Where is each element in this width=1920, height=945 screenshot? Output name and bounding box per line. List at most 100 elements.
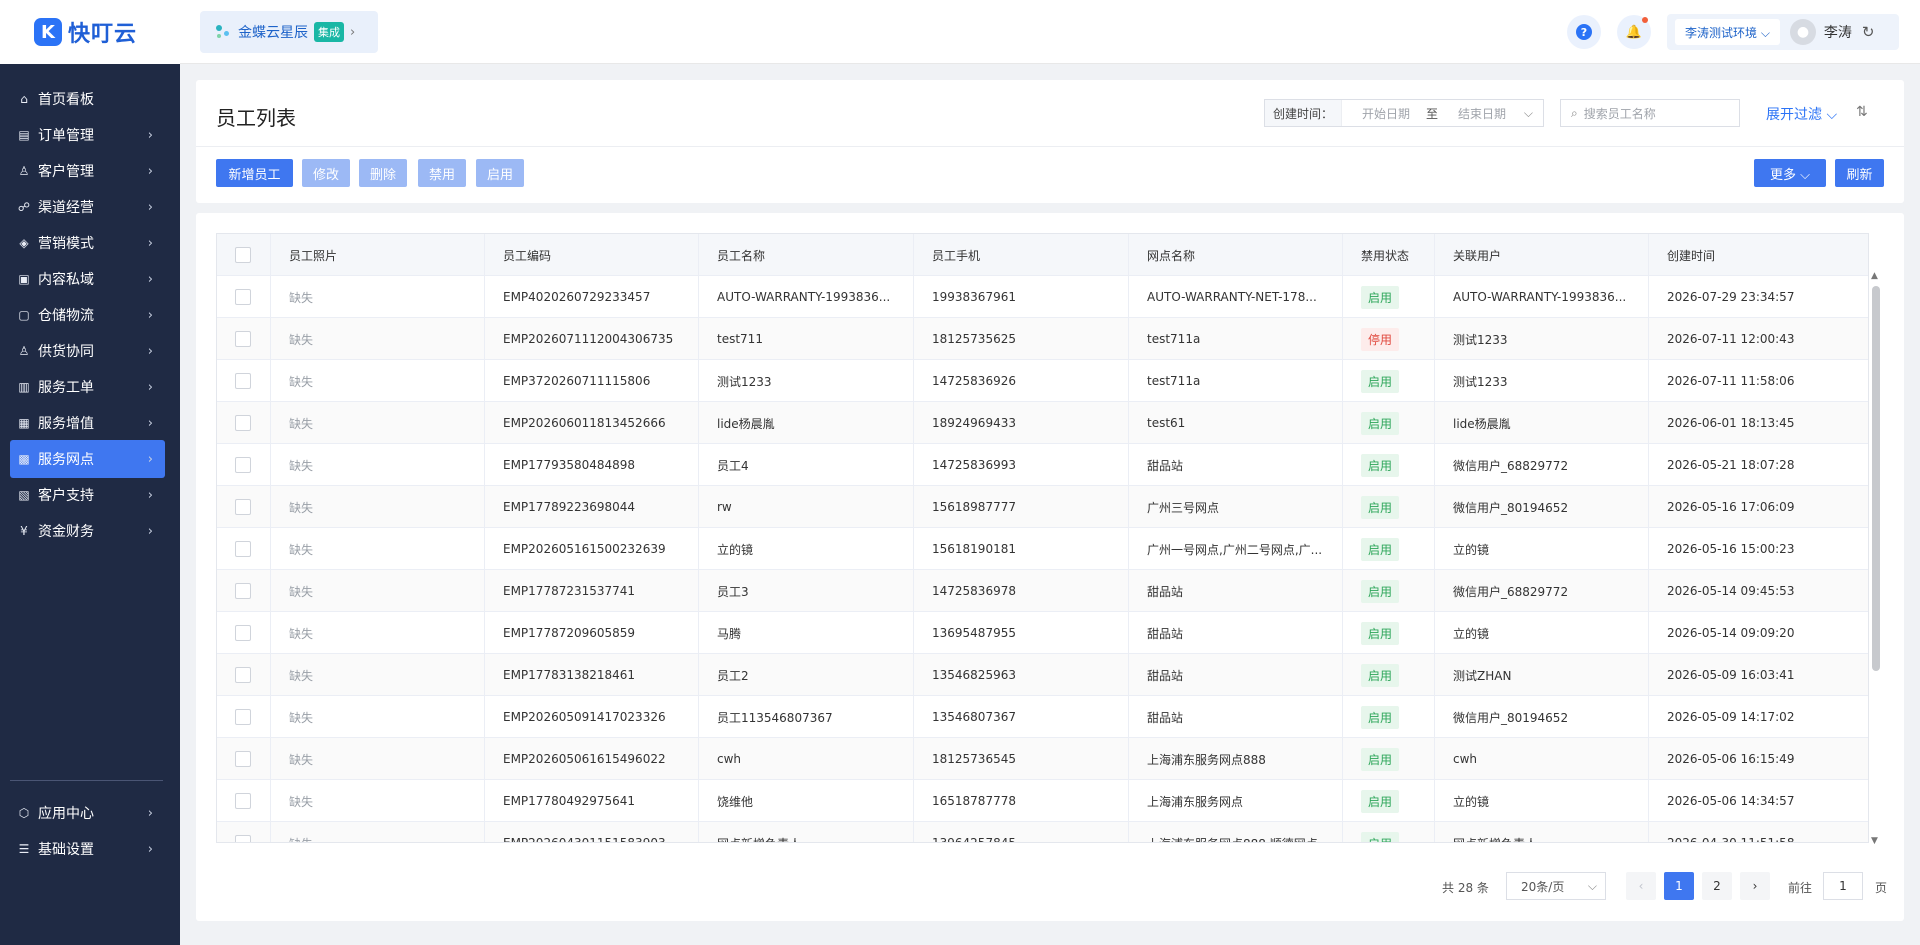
page-2-button[interactable]: 2: [1702, 872, 1732, 900]
sidebar-item-8[interactable]: ♙ 供货协同 ›: [10, 332, 165, 370]
more-button[interactable]: 更多 ⌵: [1754, 159, 1826, 187]
sidebar-item-6[interactable]: ▣ 内容私域 ›: [10, 260, 165, 298]
select-all-checkbox[interactable]: [217, 234, 271, 276]
table-row[interactable]: 缺失EMP202604301151583903网点新增负责人1396425784…: [217, 822, 1868, 842]
row-checkbox-cell[interactable]: [217, 318, 271, 360]
row-checkbox-cell[interactable]: [217, 444, 271, 486]
row-checkbox-cell[interactable]: [217, 654, 271, 696]
row-checkbox-cell[interactable]: [217, 402, 271, 444]
delete-button[interactable]: 删除: [359, 159, 407, 187]
sort-icon[interactable]: ⇅: [1856, 104, 1868, 120]
start-date-input[interactable]: 开始日期: [1362, 105, 1410, 122]
sidebar-item-1[interactable]: ⌂ 首页看板: [10, 80, 165, 118]
refresh-icon[interactable]: ↻: [1862, 23, 1875, 41]
column-header[interactable]: 禁用状态: [1343, 234, 1435, 276]
table-row[interactable]: 缺失 EMP17787231537741 员工3 14725836978 甜品站 启用 微信…: [217, 570, 1868, 612]
table-row[interactable]: 缺失 EMP202606011813452666 lide杨晨胤 1892496943…: [217, 402, 1868, 444]
table-row[interactable]: 缺失 EMP4020260729233457 AUTO-WARRANTY-19938…: [217, 276, 1868, 318]
goto-page-input[interactable]: 1: [1823, 872, 1863, 900]
checkbox-icon[interactable]: [235, 625, 251, 641]
column-header[interactable]: 关联用户: [1435, 234, 1649, 276]
table-row[interactable]: 缺失 EMP17787209605859 马腾 13695487955 甜品站 启用 立的镜…: [217, 612, 1868, 654]
prev-page-button[interactable]: ‹: [1626, 872, 1656, 900]
disable-button[interactable]: 禁用: [418, 159, 466, 187]
expand-filter-button[interactable]: 展开过滤 ⌵: [1766, 104, 1837, 124]
avatar[interactable]: ●: [1789, 19, 1816, 45]
refresh-button[interactable]: 刷新: [1835, 159, 1884, 187]
checkbox-icon[interactable]: [235, 835, 251, 842]
column-header[interactable]: 员工编码: [485, 234, 699, 276]
checkbox-icon[interactable]: [235, 289, 251, 305]
column-header[interactable]: 员工名称: [699, 234, 914, 276]
checkbox-icon[interactable]: [235, 541, 251, 557]
table-row[interactable]: 缺失 EMP17793580484898 员工4 14725836993 甜品站 启用 微信…: [217, 444, 1868, 486]
checkbox-icon[interactable]: [235, 499, 251, 515]
row-checkbox-cell[interactable]: [217, 486, 271, 528]
status-badge: 启用: [1361, 453, 1400, 477]
row-checkbox-cell[interactable]: [217, 360, 271, 402]
sidebar-item-3[interactable]: ♙ 客户管理 ›: [10, 152, 165, 190]
table-row[interactable]: 缺失 EMP17780492975641 饶维他 16518787778 上海浦东服务网…: [217, 780, 1868, 822]
row-checkbox-cell[interactable]: [217, 696, 271, 738]
row-checkbox-cell[interactable]: [217, 612, 271, 654]
column-header[interactable]: 员工照片: [271, 234, 485, 276]
table-row[interactable]: 缺失 EMP202605161500232639 立的镜 15618190181 广州一…: [217, 528, 1868, 570]
brand-logo[interactable]: K 快叮云: [0, 0, 180, 64]
sidebar-item-10[interactable]: ▦ 服务增值 ›: [10, 404, 165, 442]
row-checkbox-cell[interactable]: [217, 822, 271, 842]
checkbox-icon[interactable]: [235, 667, 251, 683]
edit-button[interactable]: 修改: [302, 159, 350, 187]
checkbox-icon[interactable]: [235, 709, 251, 725]
created-time-filter[interactable]: 创建时间： 开始日期 至 结束日期 ⌵: [1264, 99, 1544, 127]
row-checkbox-cell[interactable]: [217, 738, 271, 780]
sidebar-item-2[interactable]: ▤ 订单管理 ›: [10, 116, 165, 154]
column-header[interactable]: 创建时间: [1649, 234, 1868, 276]
sidebar-item-13[interactable]: ¥ 资金财务 ›: [10, 512, 165, 550]
scroll-up-icon[interactable]: ▲: [1871, 271, 1878, 281]
checkbox-icon[interactable]: [235, 583, 251, 599]
column-header[interactable]: 员工手机: [914, 234, 1129, 276]
row-checkbox-cell[interactable]: [217, 528, 271, 570]
enable-button[interactable]: 启用: [476, 159, 524, 187]
checkbox-icon[interactable]: [235, 751, 251, 767]
checkbox-icon[interactable]: [235, 247, 251, 263]
sidebar-item-4[interactable]: ☍ 渠道经营 ›: [10, 188, 165, 226]
checkbox-icon[interactable]: [235, 415, 251, 431]
table-row[interactable]: 缺失 EMP3720260711115806 测试1233 14725836926 te…: [217, 360, 1868, 402]
table-row[interactable]: 缺失 EMP2026071112004306735 test711 181257356…: [217, 318, 1868, 360]
cell-user: 立的镜: [1435, 528, 1649, 570]
help-button[interactable]: ?: [1567, 15, 1601, 49]
sidebar-item-11[interactable]: ▩ 服务网点 ›: [10, 440, 165, 478]
sidebar-item-9[interactable]: ▥ 服务工单 ›: [10, 368, 165, 406]
row-checkbox-cell[interactable]: [217, 570, 271, 612]
search-input[interactable]: ⌕ 搜索员工名称: [1560, 99, 1740, 127]
sidebar-item-5[interactable]: ◈ 营销模式 ›: [10, 224, 165, 262]
username[interactable]: 李涛: [1824, 22, 1852, 42]
page-1-button[interactable]: 1: [1664, 872, 1694, 900]
sidebar-bottom-item-2[interactable]: ☰ 基础设置 ›: [10, 830, 165, 868]
checkbox-icon[interactable]: [235, 793, 251, 809]
table-row[interactable]: 缺失 EMP17783138218461 员工2 13546825963 甜品站 启用 测试…: [217, 654, 1868, 696]
end-date-input[interactable]: 结束日期: [1458, 105, 1506, 122]
table-row[interactable]: 缺失 EMP17789223698044 rw 15618987777 广州三号网点 启用…: [217, 486, 1868, 528]
checkbox-icon[interactable]: [235, 331, 251, 347]
integration-switcher[interactable]: 金蝶云星辰 集成 ›: [200, 11, 378, 53]
table-scrollbar[interactable]: ▲ ▼: [1871, 271, 1881, 846]
table-row[interactable]: 缺失 EMP202605061615496022 cwh 18125736545 上海浦…: [217, 738, 1868, 780]
checkbox-icon[interactable]: [235, 457, 251, 473]
add-employee-button[interactable]: 新增员工: [216, 159, 293, 187]
scroll-down-icon[interactable]: ▼: [1871, 836, 1878, 846]
sidebar-item-12[interactable]: ▧ 客户支持 ›: [10, 476, 165, 514]
page-size-select[interactable]: 20条/页 ⌵: [1506, 872, 1606, 900]
row-checkbox-cell[interactable]: [217, 780, 271, 822]
sidebar-bottom-item-1[interactable]: ⬡ 应用中心 ›: [10, 794, 165, 832]
table-row[interactable]: 缺失 EMP202605091417023326 员工113546807367 135…: [217, 696, 1868, 738]
row-checkbox-cell[interactable]: [217, 276, 271, 318]
environment-select[interactable]: 李涛测试环境 ⌵: [1675, 19, 1780, 45]
scroll-thumb[interactable]: [1872, 286, 1880, 671]
notification-button[interactable]: 🔔: [1617, 15, 1651, 49]
next-page-button[interactable]: ›: [1740, 872, 1770, 900]
sidebar-item-7[interactable]: ▢ 仓储物流 ›: [10, 296, 165, 334]
checkbox-icon[interactable]: [235, 373, 251, 389]
column-header[interactable]: 网点名称: [1129, 234, 1343, 276]
